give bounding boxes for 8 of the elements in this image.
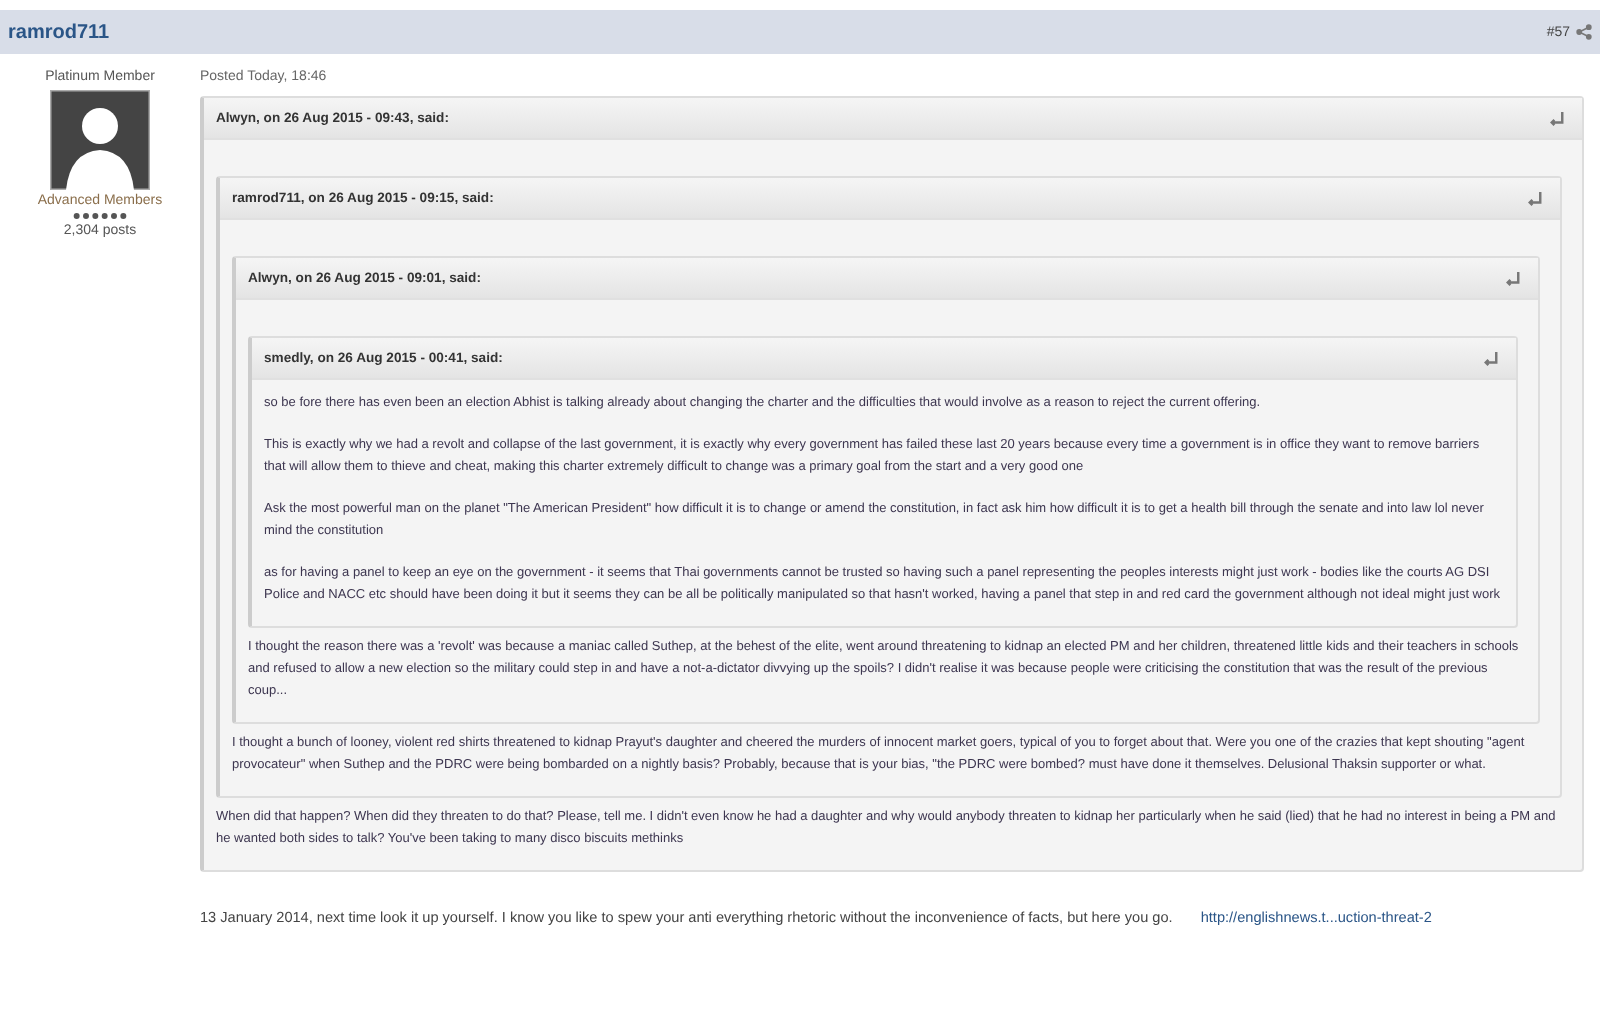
reply-arrow-icon[interactable] [1504, 271, 1522, 285]
avatar[interactable] [50, 90, 150, 190]
reply-arrow-icon[interactable] [1482, 351, 1500, 365]
reply-arrow-icon[interactable] [1526, 191, 1544, 205]
reply-arrow-icon[interactable] [1548, 111, 1566, 125]
post-author-name[interactable]: ramrod711 [8, 21, 110, 43]
rank-pips-icon [72, 212, 128, 220]
share-icon[interactable] [1576, 24, 1592, 40]
